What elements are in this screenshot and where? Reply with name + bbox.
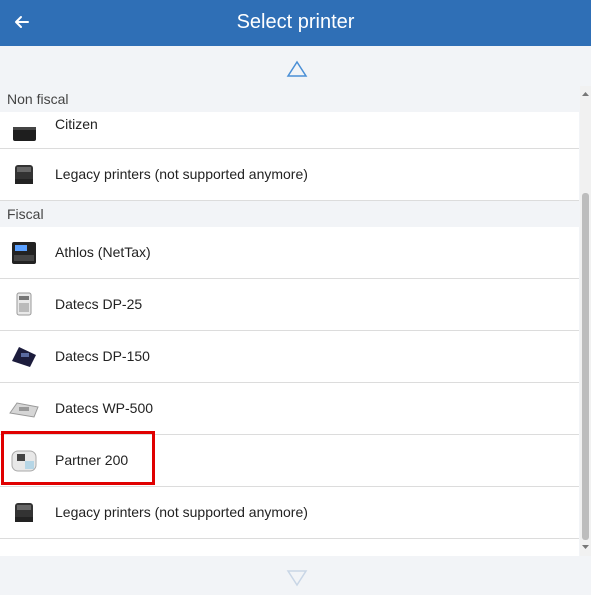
item-label: Datecs WP-500 — [55, 400, 154, 416]
item-label: Athlos (NetTax) — [55, 244, 151, 260]
list-item-datecs-wp500[interactable]: Datecs WP-500 — [0, 383, 579, 435]
item-label: Citizen — [55, 116, 98, 132]
section-header-fiscal: Fiscal — [0, 201, 579, 227]
printer-icon — [13, 127, 36, 141]
list-item-citizen[interactable]: Citizen — [0, 112, 579, 149]
list-item-legacy-nonfiscal[interactable]: Legacy printers (not supported anymore) — [0, 149, 579, 201]
list-item-athlos[interactable]: Athlos (NetTax) — [0, 227, 579, 279]
scroll-down-icon[interactable] — [286, 568, 308, 588]
item-label: Partner 200 — [55, 452, 129, 468]
app-header: Select printer — [0, 0, 591, 46]
printer-icon — [15, 165, 33, 184]
scroll-up-icon[interactable] — [286, 59, 308, 79]
printer-list: Non fiscal Citizen Legacy printers (not … — [0, 86, 579, 556]
fiscal-device-icon — [11, 450, 37, 472]
item-label: Legacy printers (not supported anymore) — [55, 504, 308, 520]
list-item-partner-200[interactable]: Partner 200 — [0, 435, 579, 487]
list-item-datecs-dp25[interactable]: Datecs DP-25 — [0, 279, 579, 331]
fiscal-device-icon — [12, 347, 36, 367]
scrollbar[interactable] — [580, 86, 591, 556]
fiscal-device-icon — [9, 402, 39, 418]
fiscal-device-icon — [12, 242, 36, 264]
fiscal-device-icon — [16, 292, 32, 316]
printer-icon — [15, 503, 33, 522]
item-label: Datecs DP-25 — [55, 296, 143, 312]
item-label: Datecs DP-150 — [55, 348, 150, 364]
scrollbar-down-icon[interactable] — [580, 542, 591, 552]
list-item-datecs-dp150[interactable]: Datecs DP-150 — [0, 331, 579, 383]
section-header-nonfiscal: Non fiscal — [0, 86, 579, 112]
page-title: Select printer — [236, 11, 355, 33]
item-label: Legacy printers (not supported anymore) — [55, 166, 308, 182]
scrollbar-up-icon[interactable] — [580, 89, 591, 99]
scrollbar-thumb[interactable] — [582, 193, 589, 540]
list-item-legacy-fiscal[interactable]: Legacy printers (not supported anymore) — [0, 487, 579, 539]
